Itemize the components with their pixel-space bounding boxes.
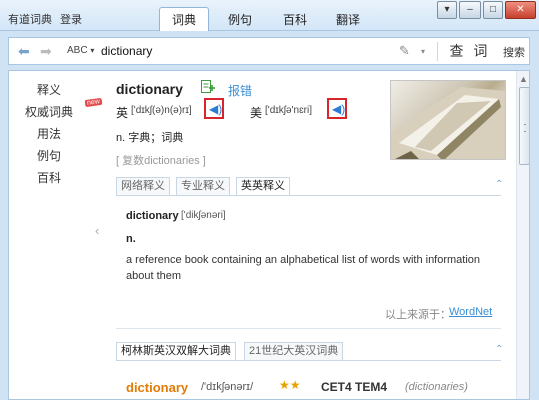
sidebar-item-usage[interactable]: 用法 xyxy=(9,125,89,142)
maximize-button[interactable]: □ xyxy=(483,1,503,19)
tab-dictionary[interactable]: 词典 xyxy=(159,7,209,31)
minimize-icon: – xyxy=(467,4,473,15)
tab-professional-definition[interactable]: 专业释义 xyxy=(176,177,230,196)
back-arrow-icon[interactable]: ⬅ xyxy=(18,43,30,60)
close-icon: ✕ xyxy=(516,4,525,15)
chevron-down-icon: ▾ xyxy=(90,46,95,55)
search-input[interactable] xyxy=(101,41,381,61)
def-headword: dictionary xyxy=(126,210,179,222)
maximize-icon: □ xyxy=(489,4,497,15)
tab-21st-century-dictionary[interactable]: 21世纪大英汉词典 xyxy=(244,342,344,361)
uk-phonetic: ['dɪkʃ(ə)n(ə)rɪ] xyxy=(131,105,192,116)
uk-pronounce-button[interactable]: ◀) xyxy=(204,98,224,119)
scroll-up-icon[interactable]: ▲ xyxy=(519,74,528,84)
def-phonetic: ['dikʃənəri] xyxy=(181,210,226,221)
section-divider xyxy=(116,328,501,329)
tab-english-definition[interactable]: 英英释义 xyxy=(236,177,290,196)
collins-phonetic: /'dɪkʃənərɪ/ xyxy=(201,381,254,393)
screen-capture-icon[interactable]: ✎ xyxy=(399,43,410,59)
speaker-icon: ◀) xyxy=(209,102,223,116)
login-link[interactable]: 登录 xyxy=(60,11,82,27)
tab-translate[interactable]: 翻译 xyxy=(323,7,373,31)
headword: dictionary xyxy=(116,81,183,97)
tab-collins-dictionary[interactable]: 柯林斯英汉双解大词典 xyxy=(116,342,236,361)
sidebar-item-authoritative[interactable]: 权威词典 xyxy=(9,103,89,120)
tab-encyclopedia[interactable]: 百科 xyxy=(270,7,320,31)
sidebar-item-examples[interactable]: 例句 xyxy=(9,147,89,164)
wordnet-link[interactable]: WordNet xyxy=(449,306,492,318)
speaker-icon: ◀) xyxy=(332,102,346,116)
frequency-stars: ★★ xyxy=(279,378,301,392)
us-pronounce-button[interactable]: ◀) xyxy=(327,98,347,119)
us-phonetic: ['dɪkʃə'nɛri] xyxy=(265,105,312,116)
vertical-scrollbar[interactable]: ▲ xyxy=(516,71,529,399)
collapse-sidebar-icon[interactable]: ‹ xyxy=(95,223,99,238)
app-title: 有道词典 xyxy=(8,14,52,26)
tab-web-definition[interactable]: 网络释义 xyxy=(116,177,170,196)
sidebar-item-definition[interactable]: 释义 xyxy=(9,81,89,98)
content-panel: 释义 权威词典 new 用法 例句 百科 ‹ dictionary 报错 英 [… xyxy=(8,70,530,400)
tab-examples[interactable]: 例句 xyxy=(215,7,265,31)
exam-levels: CET4 TEM4 xyxy=(321,380,388,394)
separator xyxy=(437,42,438,61)
part-of-speech: n. xyxy=(126,233,136,245)
new-badge: new xyxy=(84,97,103,108)
scroll-thumb[interactable] xyxy=(519,87,529,165)
search-button[interactable]: 查 词 xyxy=(441,40,499,62)
grip-icon xyxy=(524,124,526,132)
add-to-wordbook-icon[interactable] xyxy=(201,80,215,93)
abc-label: ABC xyxy=(67,45,88,56)
chevron-up-icon[interactable]: ⌃ xyxy=(495,344,503,355)
skin-button[interactable]: ▾ xyxy=(437,1,457,19)
tab-divider xyxy=(116,360,501,361)
basic-meaning: n. 字典；词典 xyxy=(116,132,184,144)
chevron-down-icon[interactable]: ▾ xyxy=(421,47,425,56)
collins-headword: dictionary xyxy=(126,380,189,395)
title-bar: 有道词典 登录 词典 例句 百科 翻译 ▾ – □ ✕ xyxy=(0,0,539,31)
plural-form: [ 复数dictionaries ] xyxy=(116,155,206,167)
skin-icon: ▾ xyxy=(444,4,450,15)
report-error-link[interactable]: 报错 xyxy=(228,82,252,99)
web-search-button[interactable]: 搜索 xyxy=(503,44,525,60)
dictionary-image[interactable] xyxy=(390,80,506,160)
abc-dropdown[interactable]: ABC ▾ xyxy=(67,45,94,56)
source-label: 以上来源于： xyxy=(385,309,451,321)
search-toolbar: ⬅ ➡ ABC ▾ ✎ ▾ 查 词 搜索 xyxy=(8,37,530,65)
us-label: 美 xyxy=(250,106,263,120)
forward-arrow-icon[interactable]: ➡ xyxy=(40,43,52,60)
english-definition: a reference book containing an alphabeti… xyxy=(126,254,481,282)
close-button[interactable]: ✕ xyxy=(505,1,536,19)
collins-plural: (dictionaries) xyxy=(405,381,468,393)
uk-label: 英 xyxy=(116,106,129,120)
sidebar-item-encyclopedia[interactable]: 百科 xyxy=(9,169,89,186)
minimize-button[interactable]: – xyxy=(459,1,481,19)
tab-divider xyxy=(116,195,501,196)
chevron-up-icon[interactable]: ⌃ xyxy=(495,179,503,190)
